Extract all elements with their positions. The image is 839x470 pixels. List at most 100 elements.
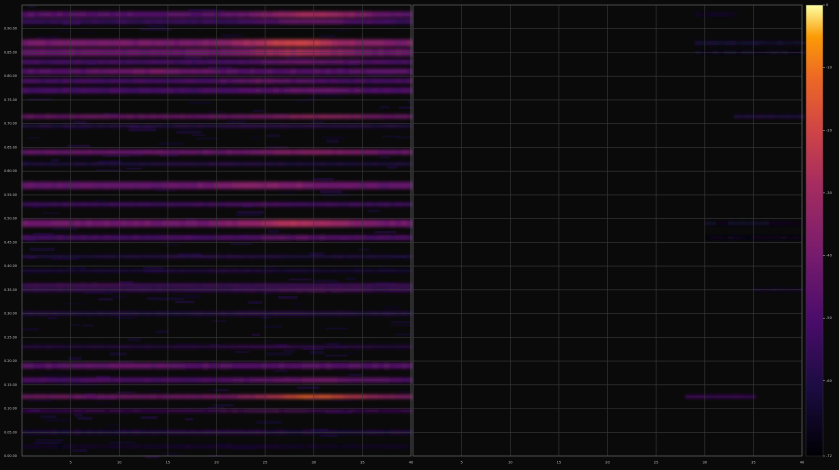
band-16-cell xyxy=(296,235,303,240)
band-10-cell xyxy=(162,124,169,128)
band-12-cell xyxy=(267,162,274,166)
band-1-cell xyxy=(348,11,356,18)
band-15-cell xyxy=(22,219,29,227)
band-14-cell xyxy=(127,202,134,207)
band-15-cell xyxy=(80,219,87,227)
band-17-cell xyxy=(144,255,151,259)
band-26-cell xyxy=(68,409,76,413)
band-26-cell xyxy=(313,409,321,413)
noise-cell xyxy=(314,279,338,282)
band-8-cell xyxy=(685,395,692,399)
band-16-cell xyxy=(173,235,181,240)
band-18-cell xyxy=(127,269,134,273)
band-6-cell xyxy=(232,68,239,75)
band-17-cell xyxy=(313,255,321,259)
band-18-cell xyxy=(80,269,87,273)
band-22-cell xyxy=(348,345,356,348)
band-13-cell xyxy=(278,181,286,189)
band-25-cell xyxy=(138,394,146,399)
band-23-cell xyxy=(191,362,198,369)
band-19-cell xyxy=(103,283,111,287)
band-24-cell xyxy=(267,377,274,383)
band-10-cell xyxy=(92,124,99,128)
band-18-cell xyxy=(249,269,257,273)
band-22-cell xyxy=(366,345,373,348)
band-15-cell xyxy=(127,219,134,227)
band-1-cell xyxy=(86,11,93,18)
band-10-cell xyxy=(278,124,286,128)
band-3-cell xyxy=(302,39,309,47)
band-18-cell xyxy=(348,269,356,273)
band-22-cell xyxy=(191,345,198,348)
band-16-cell xyxy=(109,235,116,240)
band-5-cell xyxy=(103,59,111,65)
band-8-cell xyxy=(737,395,745,399)
band-9-cell xyxy=(185,114,192,119)
band-25-cell xyxy=(115,394,122,399)
band-3-cell xyxy=(360,39,367,47)
band-10-cell xyxy=(284,124,292,128)
band-23-cell xyxy=(103,362,111,369)
band-13-cell xyxy=(115,181,122,189)
y-tick-label: 0.70.00 xyxy=(4,122,17,126)
band-26-cell xyxy=(144,409,151,413)
band-8-cell xyxy=(173,87,181,94)
band-5-cell xyxy=(284,59,292,65)
band-8-cell xyxy=(208,87,216,94)
band-9-cell xyxy=(243,114,251,119)
band-12-cell xyxy=(372,162,379,166)
band-6-cell xyxy=(296,68,303,75)
band-1-cell xyxy=(272,11,280,18)
band-23-cell xyxy=(383,362,391,369)
band-24-cell xyxy=(226,377,233,383)
band-14-cell xyxy=(307,202,315,207)
band-5-cell xyxy=(255,59,262,65)
band-15-cell xyxy=(86,219,93,227)
band-19-cell xyxy=(377,283,385,287)
band-8-cell xyxy=(377,87,385,94)
band-15-cell xyxy=(68,219,76,227)
band-6-cell xyxy=(372,68,379,75)
noise-cell xyxy=(108,441,135,444)
band-17-cell xyxy=(296,255,303,259)
band-25-cell xyxy=(39,394,46,399)
band-6-cell xyxy=(214,68,221,75)
band-25-cell xyxy=(167,394,175,399)
band-13-cell xyxy=(342,181,350,189)
band-24-cell xyxy=(150,377,157,383)
band-4-cell xyxy=(780,115,788,118)
band-17-cell xyxy=(401,255,408,259)
band-19-cell xyxy=(162,283,169,287)
band-26-cell xyxy=(243,409,251,413)
band-1-cell xyxy=(27,11,35,18)
band-11-cell xyxy=(290,149,297,155)
band-26-cell xyxy=(342,409,350,413)
band-11-cell xyxy=(92,149,99,155)
band-16-cell xyxy=(342,235,350,240)
noise-cell xyxy=(227,120,246,124)
band-14-cell xyxy=(132,202,140,207)
band-7-cell xyxy=(313,78,321,84)
band-8-cell xyxy=(191,87,198,94)
band-12-cell xyxy=(86,162,93,166)
band-7-cell xyxy=(267,78,274,84)
band-3-cell xyxy=(162,39,169,47)
band-19-cell xyxy=(167,283,175,287)
band-10-cell xyxy=(39,124,46,128)
band-26-cell xyxy=(109,409,116,413)
band-15-cell xyxy=(360,219,367,227)
band-28-cell xyxy=(237,445,245,448)
band-11-cell xyxy=(407,149,414,155)
band-15-cell xyxy=(202,219,210,227)
band-13-cell xyxy=(360,181,367,189)
band-8-cell xyxy=(27,87,35,94)
band-10-cell xyxy=(395,124,402,128)
band-9-cell xyxy=(51,114,58,119)
band-17-cell xyxy=(51,255,58,259)
band-15-cell xyxy=(173,219,181,227)
band-8-cell xyxy=(731,395,739,399)
band-23-cell xyxy=(127,362,134,369)
band-7-cell xyxy=(62,78,70,84)
band-13-cell xyxy=(51,181,58,189)
band-2-cell xyxy=(724,41,731,45)
